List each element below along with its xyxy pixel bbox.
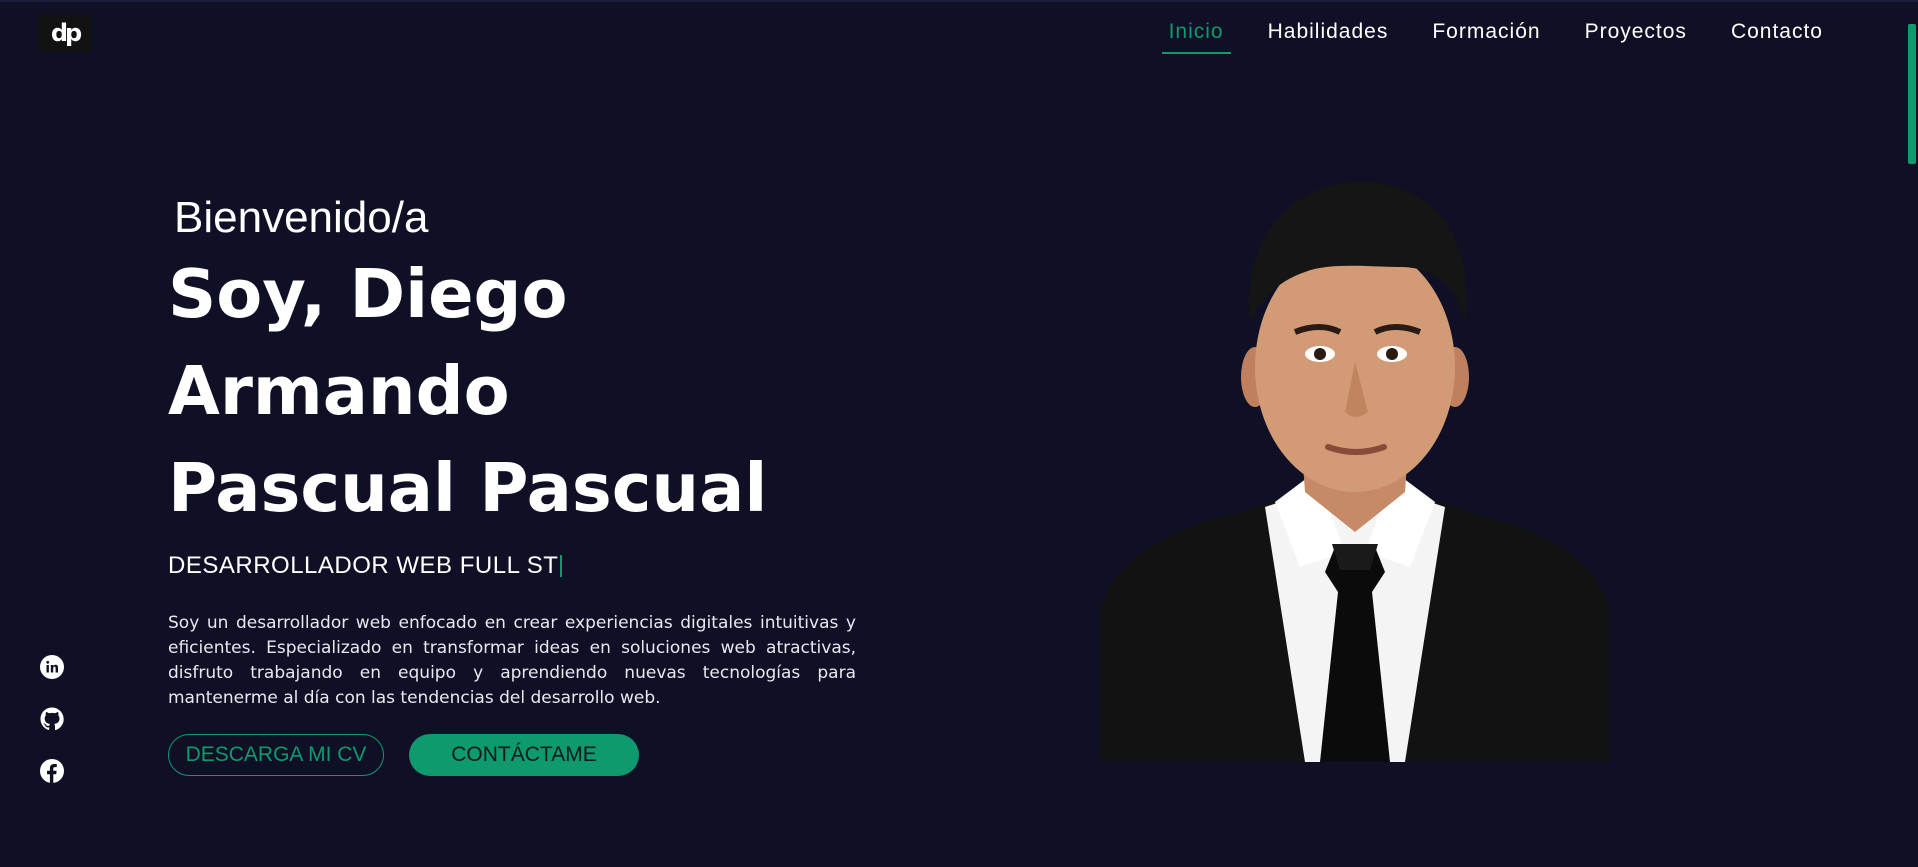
nav-item-habilidades[interactable]: Habilidades [1261, 16, 1396, 54]
facebook-icon[interactable] [40, 759, 64, 783]
linkedin-icon[interactable] [40, 655, 64, 679]
typing-cursor [560, 555, 563, 577]
site-logo[interactable]: dp [38, 14, 92, 52]
hero-role: DESARROLLADOR WEB FULL ST [168, 551, 858, 581]
nav-item-proyectos[interactable]: Proyectos [1578, 16, 1694, 54]
hero-greeting: Bienvenido/a [174, 193, 429, 242]
profile-photo [1100, 182, 1610, 762]
main-nav: Inicio Habilidades Formación Proyectos C… [1132, 16, 1830, 54]
page: dp Inicio Habilidades Formación Proyecto… [0, 0, 1918, 867]
hero-section: Bienvenido/a Soy, Diego Armando Pascual … [168, 192, 858, 776]
logo-text: dp [50, 19, 82, 47]
nav-item-contacto[interactable]: Contacto [1724, 16, 1830, 54]
hero-buttons: DESCARGA MI CV CONTÁCTAME [168, 734, 858, 776]
contact-button[interactable]: CONTÁCTAME [409, 734, 639, 776]
hero-role-text: DESARROLLADOR WEB FULL ST [168, 552, 559, 579]
scrollbar-thumb[interactable] [1908, 24, 1916, 164]
social-links [40, 655, 64, 783]
hero-name-line2: Pascual Pascual [168, 449, 768, 527]
page-scrollbar[interactable] [1906, 4, 1918, 867]
nav-item-inicio[interactable]: Inicio [1161, 16, 1231, 54]
hero-description: Soy un desarrollador web enfocado en cre… [168, 613, 856, 708]
github-icon[interactable] [40, 707, 64, 731]
hero-name: Soy, Diego Armando Pascual Pascual [168, 246, 858, 537]
hero-name-line1: Soy, Diego Armando [168, 255, 568, 430]
download-cv-button[interactable]: DESCARGA MI CV [168, 734, 384, 776]
nav-item-formacion[interactable]: Formación [1425, 16, 1547, 54]
